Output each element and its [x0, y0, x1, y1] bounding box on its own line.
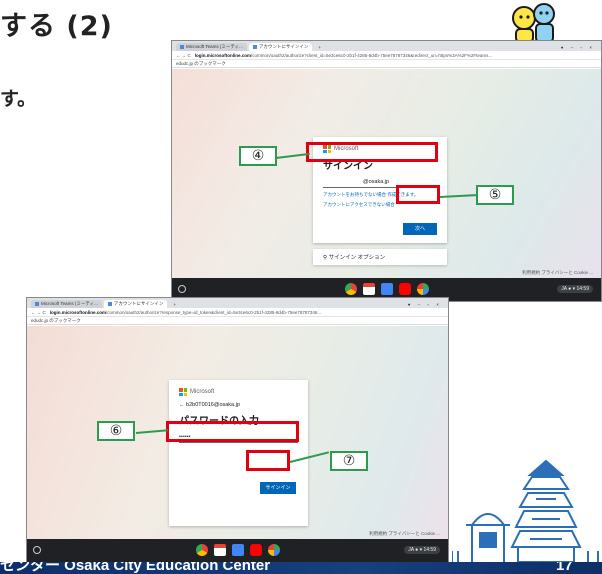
tab-teams[interactable]: Microsoft Teams (ミーティ... [31, 300, 102, 308]
chrome-icon[interactable] [195, 544, 208, 556]
footer-links[interactable]: 利用規約 プライバシーと Cookie ... [522, 270, 593, 276]
launcher-icon[interactable] [178, 285, 186, 293]
new-tab-button[interactable]: + [314, 44, 325, 51]
docs-icon[interactable] [231, 544, 244, 556]
page-heading: する (2) [0, 11, 113, 42]
tab-signin[interactable]: アカウントにサインイン [103, 300, 168, 308]
footer-bar: センター Osaka City Education Center 17 [0, 562, 602, 574]
microsoft-tab-icon [107, 301, 112, 306]
gmail-icon[interactable] [362, 283, 375, 295]
page-content: Microsoft サインイン @osaka.jp アカウントをお持ちでない場合… [172, 69, 601, 278]
youtube-icon[interactable] [398, 283, 411, 295]
page-number: 17 [556, 562, 573, 574]
password-highlight [166, 421, 299, 442]
back-email-link[interactable]: ← b2b0T0016@osaka.jp [179, 402, 298, 408]
window-controls[interactable]: ● – ▫ × [555, 44, 601, 51]
signin-button[interactable]: サインイン [260, 482, 296, 494]
chromeos-shelf: JA ● ▾ 14:59 [27, 539, 448, 562]
address-bar: ← → C login.microsoftonline.com/common/o… [172, 51, 601, 60]
tab-teams[interactable]: Microsoft Teams (ミーティ... [176, 43, 247, 51]
window-controls[interactable]: ● – ▫ × [402, 301, 448, 308]
page-subtext: す。 [0, 88, 37, 110]
key-icon: ⚲ [323, 255, 328, 261]
teams-icon [180, 44, 184, 49]
microsoft-logo-icon [179, 388, 187, 396]
url-field[interactable]: login.microsoftonline.com/common/oauth2/… [50, 310, 444, 315]
shelf-apps [195, 544, 280, 556]
tab-strip: Microsoft Teams (ミーティ... アカウントにサインイン + ●… [27, 298, 448, 308]
youtube-icon[interactable] [249, 544, 262, 556]
microsoft-logo: Microsoft [179, 388, 298, 396]
status-tray[interactable]: JA ● ▾ 14:59 [404, 546, 440, 554]
launcher-icon[interactable] [33, 546, 41, 554]
footer-org-name: センター Osaka City Education Center [0, 562, 271, 574]
footer-links[interactable]: 利用規約 プライバシーと Cookie ... [369, 531, 440, 537]
play-icon[interactable] [267, 544, 280, 556]
gmail-icon[interactable] [213, 544, 226, 556]
bookmarks-bar[interactable]: edudc.jp のブックマーク [27, 317, 448, 325]
email-highlight [306, 142, 438, 162]
tab-signin[interactable]: アカウントにサインイン [248, 43, 313, 51]
nav-buttons[interactable]: ← → C [176, 53, 191, 58]
url-field[interactable]: login.microsoftonline.com/common/oauth2/… [195, 53, 597, 58]
browser-screenshot-email: Microsoft Teams (ミーティ... アカウントにサインイン + ●… [171, 40, 602, 302]
docs-icon[interactable] [380, 283, 393, 295]
address-bar: ← → C login.microsoftonline.com/common/o… [27, 308, 448, 317]
callout-7: ⑦ [330, 451, 368, 471]
castle-icon [452, 459, 599, 562]
mascot-icon [512, 3, 555, 43]
status-tray[interactable]: JA ● ▾ 14:59 [557, 285, 593, 293]
play-icon[interactable] [416, 283, 429, 295]
signin-highlight [246, 450, 290, 471]
tab-strip: Microsoft Teams (ミーティ... アカウントにサインイン + ●… [172, 41, 601, 51]
nav-buttons[interactable]: ← → C [31, 310, 46, 315]
shelf-apps [344, 283, 429, 295]
callout-5: ⑤ [476, 185, 514, 205]
microsoft-tab-icon [252, 44, 257, 49]
next-button[interactable]: 次へ [403, 223, 437, 235]
callout-4: ④ [239, 146, 277, 166]
chrome-icon[interactable] [344, 283, 357, 295]
bookmarks-bar[interactable]: edudc.jp のブックマーク [172, 60, 601, 68]
signin-options-button[interactable]: ⚲ サインイン オプション [313, 249, 447, 265]
new-tab-button[interactable]: + [169, 301, 180, 308]
teams-icon [35, 301, 39, 306]
callout-6: ⑥ [97, 421, 135, 441]
next-highlight [396, 185, 440, 204]
